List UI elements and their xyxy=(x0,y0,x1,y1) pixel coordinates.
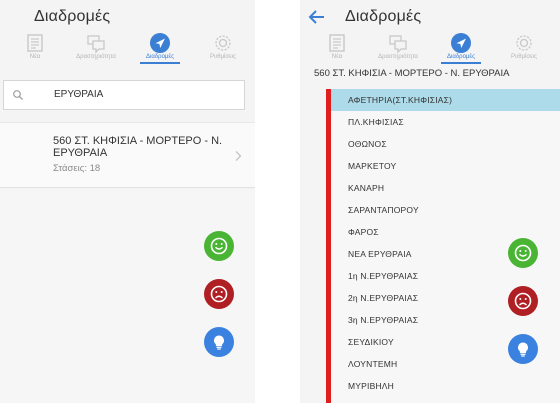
tab-label: Νέα xyxy=(29,54,41,60)
lightbulb-icon xyxy=(214,335,224,350)
top-bar: Διαδρομές Νέα Δραστηριότητα Διαδρομές Ρυ… xyxy=(300,0,560,70)
happy-feedback-button[interactable] xyxy=(508,238,538,268)
page-title: Διαδρομές xyxy=(34,8,111,25)
tab-label: Διαδρομές xyxy=(146,54,174,60)
news-icon xyxy=(329,34,345,52)
tab-news[interactable]: Νέα xyxy=(307,32,367,64)
tab-label: Δραστηριότητα xyxy=(378,54,418,60)
chat-icon xyxy=(87,35,105,54)
search-icon xyxy=(13,90,23,100)
stop-item[interactable]: ΠΛ.ΚΗΦΙΣΙΑΣ xyxy=(331,111,560,133)
active-tab-indicator xyxy=(441,62,481,64)
tab-label: Ρυθμίσεις xyxy=(209,54,236,60)
tab-label: Ρυθμίσεις xyxy=(510,54,537,60)
routes-search-screen: Διαδρομές Νέα Δραστηριότητα Διαδρομές Ρυ… xyxy=(0,0,255,403)
tab-news[interactable]: Νέα xyxy=(5,32,65,64)
route-subtitle: 560 ΣΤ. ΚΗΦΙΣΙΑ - ΜΟΡΤΕΡΟ - Ν. ΕΡΥΘΡΑΙΑ xyxy=(314,68,510,79)
tab-label: Διαδρομές xyxy=(447,54,475,60)
gear-icon xyxy=(516,35,532,51)
tab-label: Νέα xyxy=(331,54,343,60)
route-stop-count: Στάσεις: 18 xyxy=(53,163,101,174)
tab-activity[interactable]: Δραστηριότητα xyxy=(66,32,126,64)
happy-face-icon xyxy=(514,244,532,262)
tab-activity[interactable]: Δραστηριότητα xyxy=(368,32,428,64)
chat-icon xyxy=(389,35,407,54)
tab-routes[interactable]: Διαδρομές xyxy=(130,32,190,64)
route-result-item[interactable]: 560 ΣΤ. ΚΗΦΙΣΙΑ - ΜΟΡΤΕΡΟ - Ν. ΕΡΥΘΡΑΙΑ … xyxy=(0,122,255,188)
sad-feedback-button[interactable] xyxy=(204,279,234,309)
tab-settings[interactable]: Ρυθμίσεις xyxy=(193,32,253,64)
sad-feedback-button[interactable] xyxy=(508,286,538,316)
tab-routes[interactable]: Διαδρομές xyxy=(431,32,491,64)
idea-feedback-button[interactable] xyxy=(204,327,234,357)
navigation-icon xyxy=(451,33,471,53)
stop-item[interactable]: ΣΑΡΑΝΤΑΠΟΡΟΥ xyxy=(331,199,560,221)
stop-item[interactable]: ΚΑΝΑΡΗ xyxy=(331,177,560,199)
stop-item[interactable]: ΟΘΩΝΟΣ xyxy=(331,133,560,155)
tab-bar: Νέα Δραστηριότητα Διαδρομές Ρυθμίσεις xyxy=(300,32,560,64)
news-icon xyxy=(27,34,43,52)
top-bar: Διαδρομές Νέα Δραστηριότητα Διαδρομές Ρυ… xyxy=(0,0,255,70)
gear-icon xyxy=(215,35,231,51)
stop-item[interactable]: 1η Ν.ΕΡΥΘΡΑΙΑΣ xyxy=(331,265,560,287)
tab-label: Δραστηριότητα xyxy=(76,54,116,60)
happy-face-icon xyxy=(210,237,228,255)
chevron-right-icon xyxy=(235,151,242,161)
sad-face-icon xyxy=(514,292,532,310)
stop-item[interactable]: ΜΑΡΚΕΤΟΥ xyxy=(331,155,560,177)
tab-bar: Νέα Δραστηριότητα Διαδρομές Ρυθμίσεις xyxy=(0,32,255,64)
navigation-icon xyxy=(150,33,170,53)
page-title: Διαδρομές xyxy=(345,8,422,25)
idea-feedback-button[interactable] xyxy=(508,334,538,364)
search-value: ΕΡΥΘΡΑΙΑ xyxy=(54,89,104,100)
tab-settings[interactable]: Ρυθμίσεις xyxy=(494,32,554,64)
route-title: 560 ΣΤ. ΚΗΦΙΣΙΑ - ΜΟΡΤΕΡΟ - Ν. ΕΡΥΘΡΑΙΑ xyxy=(53,135,223,159)
happy-feedback-button[interactable] xyxy=(204,231,234,261)
lightbulb-icon xyxy=(518,342,528,357)
active-tab-indicator xyxy=(140,62,180,64)
stop-item[interactable]: ΜΥΡΙΒΗΛΗ xyxy=(331,375,560,397)
search-input[interactable]: ΕΡΥΘΡΑΙΑ xyxy=(3,80,245,110)
sad-face-icon xyxy=(210,285,228,303)
back-arrow-icon[interactable] xyxy=(306,6,328,28)
route-detail-screen: Διαδρομές Νέα Δραστηριότητα Διαδρομές Ρυ… xyxy=(300,0,560,403)
stop-item[interactable]: ΑΦΕΤΗΡΙΑ(ΣΤ.ΚΗΦΙΣΙΑΣ) xyxy=(331,89,560,111)
